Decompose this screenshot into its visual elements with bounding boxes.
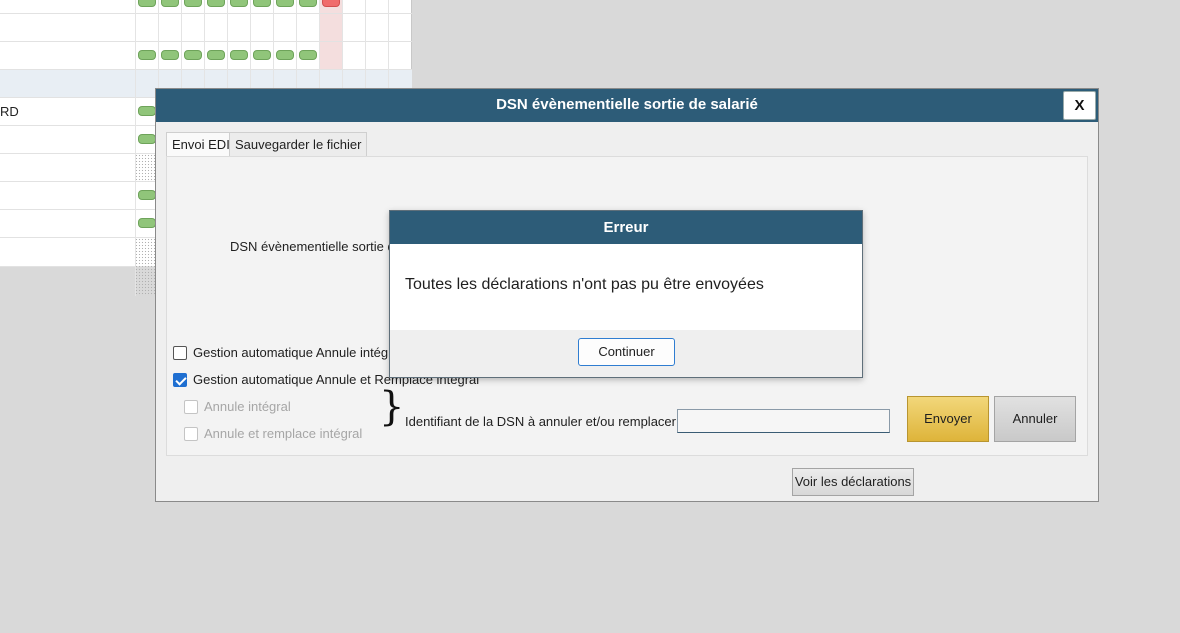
status-dot [161,50,179,60]
hatched-cell [135,154,157,182]
status-dot [207,0,225,7]
status-dot [138,50,156,60]
status-dot [276,0,294,7]
status-dot [138,218,156,228]
dialog-titlebar: DSN évènementielle sortie de salarié X [156,89,1098,122]
tab-envoi-edi[interactable]: Envoi EDI [166,132,236,157]
status-dot [230,50,248,60]
error-title: Erreur [390,211,862,244]
brace-symbol: } [379,384,405,430]
status-dot [138,134,156,144]
continuer-button[interactable]: Continuer [578,338,675,366]
annule-remplace-auto-checkbox[interactable] [173,373,187,387]
grid-row [0,14,412,42]
status-dot [230,0,248,7]
dsn-label: DSN évènementielle sortie de s [230,239,413,254]
status-dot [253,50,271,60]
annule-integral-checkbox[interactable] [184,400,198,414]
envoyer-button[interactable]: Envoyer [907,396,989,442]
voir-declarations-button[interactable]: Voir les déclarations [792,468,914,496]
status-dot [276,50,294,60]
status-dot [184,0,202,7]
status-dot [299,50,317,60]
annule-remplace-checkbox[interactable] [184,427,198,441]
annule-integral-auto-label: Gestion automatique Annule intégral [193,345,403,360]
status-dot-red [322,0,340,7]
hatched-cell [135,238,157,296]
status-dot [207,50,225,60]
identifiant-input[interactable] [677,409,890,433]
annuler-button[interactable]: Annuler [994,396,1076,442]
grid-row [0,42,412,70]
status-dot [138,190,156,200]
error-message: Toutes les déclarations n'ont pas pu êtr… [405,276,764,293]
identifiant-label: Identifiant de la DSN à annuler et/ou re… [405,414,684,429]
annule-remplace-label: Annule et remplace intégral [204,426,363,441]
annule-integral-label: Annule intégral [204,399,291,414]
error-modal: Erreur Toutes les déclarations n'ont pas… [389,210,863,378]
status-dot [184,50,202,60]
annule-integral-auto-checkbox[interactable] [173,346,187,360]
status-dot [138,106,156,116]
close-button[interactable]: X [1063,91,1096,120]
grid-row [0,0,412,14]
tab-sauvegarder[interactable]: Sauvegarder le fichier [229,132,368,156]
row-label: RD [0,104,19,119]
status-dot [253,0,271,7]
dialog-title: DSN évènementielle sortie de salarié [496,96,758,113]
status-dot [138,0,156,7]
status-dot [299,0,317,7]
status-dot [161,0,179,7]
error-footer: Continuer [390,330,862,377]
